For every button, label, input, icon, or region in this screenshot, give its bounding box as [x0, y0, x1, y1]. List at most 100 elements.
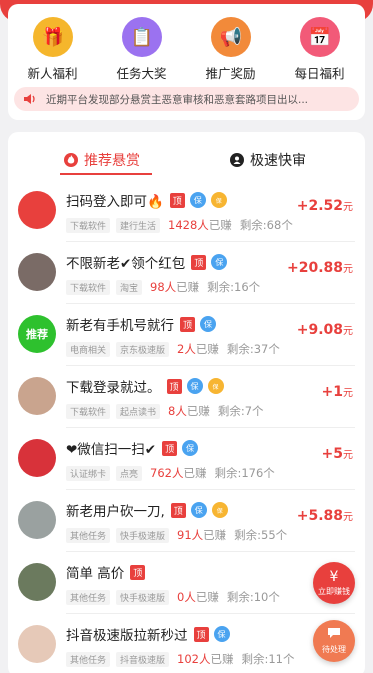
- gift-icon: 🎁: [33, 17, 73, 57]
- shield-badge-icon: 保: [200, 316, 216, 332]
- category-tag: 建行生活: [116, 217, 161, 233]
- earned-count: 762人已赚: [150, 465, 206, 481]
- remaining-count: 剩余:55个: [234, 528, 288, 542]
- earned-label: 已赚: [176, 280, 200, 294]
- nav-promo-rewards[interactable]: 📢 推广奖励: [186, 12, 275, 82]
- earned-number: 762人: [150, 466, 184, 480]
- task-row[interactable]: 不限新老✔领个红包顶保下载软件 淘宝 98人已赚 剩余:16个 +20.88元: [8, 242, 365, 304]
- top-badge: 顶: [162, 440, 178, 456]
- top-badge: 顶: [169, 192, 185, 208]
- task-row[interactable]: 下载登录就过。顶保保下载软件 起点读书 8人已赚 剩余:7个 +1元: [8, 366, 365, 428]
- earned-number: 91人: [177, 528, 204, 542]
- task-title: 下载登录就过。: [66, 380, 161, 396]
- task-row[interactable]: 简单 高价顶其他任务 快手极速版 0人已赚 剩余:10个: [8, 552, 365, 614]
- pending-button[interactable]: 待处理: [313, 620, 355, 662]
- task-title-line: ❤微信扫一扫✔ 顶保: [66, 438, 199, 458]
- price-unit: 元: [343, 450, 353, 461]
- tab-bar: 推荐悬赏 极速快审: [8, 132, 365, 180]
- task-meta: 其他任务 快手极速版 0人已赚 剩余:10个: [66, 589, 280, 605]
- task-title-line: 下载登录就过。顶保保: [66, 376, 224, 396]
- earned-count: 8人已赚: [168, 403, 210, 419]
- task-meta: 下载软件 淘宝 98人已赚 剩余:16个: [66, 279, 260, 295]
- reward-price: +20.88元: [287, 260, 353, 276]
- remaining-count: 剩余:10个: [226, 590, 280, 604]
- reward-price: +9.08元: [297, 322, 353, 338]
- remaining-count: 剩余:11个: [241, 652, 295, 666]
- price-value: +9.08: [296, 322, 343, 338]
- shield-badge-icon: 保: [213, 626, 230, 642]
- earned-number: 2人: [177, 342, 196, 356]
- earned-number: 8人: [168, 404, 187, 418]
- shield-badge-icon: 保: [189, 192, 206, 208]
- task-title-line: 简单 高价顶: [66, 562, 146, 582]
- price-value: +5: [321, 446, 343, 462]
- notice-bar[interactable]: 近期平台发现部分悬赏主恶意审核和恶意套路项目出以...: [14, 87, 359, 111]
- earned-number: 98人: [150, 280, 177, 294]
- category-tag: 抖音极速版: [116, 651, 170, 667]
- top-badge: 顶: [130, 564, 146, 580]
- nav-label: 新人福利: [27, 66, 78, 81]
- speaker-icon: [22, 91, 38, 107]
- nav-label: 推广奖励: [205, 66, 256, 81]
- calendar-icon: 📅: [300, 17, 340, 57]
- chat-icon: [327, 627, 341, 642]
- earned-label: 已赚: [186, 404, 210, 418]
- task-list-card: 推荐悬赏 极速快审 扫码登入即可🔥 顶保保下载软件 建行生活 1428人已赚 剩余:68…: [8, 132, 365, 673]
- clipboard-icon: 📋: [122, 17, 162, 57]
- avatar: 推荐: [18, 315, 56, 353]
- category-tag: 其他任务: [66, 651, 111, 667]
- flame-icon: [64, 153, 78, 167]
- earned-count: 98人已赚: [150, 279, 199, 295]
- task-meta: 其他任务 快手极速版 91人已赚 剩余:55个: [66, 527, 287, 543]
- gold-badge-icon: 保: [210, 192, 227, 208]
- task-row[interactable]: ❤微信扫一扫✔ 顶保认证绑卡 点亮 762人已赚 剩余:176个 +5元: [8, 428, 365, 490]
- tab-fast-review[interactable]: 极速快审: [230, 150, 306, 170]
- avatar: [18, 501, 56, 539]
- task-row[interactable]: 扫码登入即可🔥 顶保保下载软件 建行生活 1428人已赚 剩余:68个 +2.52元: [8, 180, 365, 242]
- nav-newcomer-benefits[interactable]: 🎁 新人福利: [8, 12, 97, 82]
- top-badge: 顶: [193, 626, 209, 642]
- user-icon: [230, 153, 244, 167]
- tab-label: 推荐悬赏: [84, 153, 140, 169]
- task-title: 新老有手机号就行: [66, 318, 174, 334]
- nav-daily-benefits[interactable]: 📅 每日福利: [275, 12, 364, 82]
- category-tag: 下载软件: [66, 217, 111, 233]
- task-title: 不限新老✔领个红包: [66, 256, 186, 272]
- task-title-line: 抖音极速版拉新秒过顶保: [66, 624, 230, 644]
- tab-recommended[interactable]: 推荐悬赏: [64, 150, 140, 170]
- task-row[interactable]: 抖音极速版拉新秒过顶保其他任务抖音极速版102人已赚剩余:11个+2: [8, 614, 365, 673]
- category-tag: 下载软件: [66, 403, 111, 419]
- earn-now-button[interactable]: ¥ 立即赚钱: [313, 562, 355, 604]
- reward-price: +2.52元: [297, 198, 353, 214]
- category-tag: 快手极速版: [116, 527, 170, 543]
- remaining-count: 剩余:176个: [214, 466, 275, 480]
- category-tag: 起点读书: [116, 403, 161, 419]
- avatar: [18, 563, 56, 601]
- category-tag: 京东极速版: [116, 341, 170, 357]
- task-row[interactable]: 新老用户砍一刀, 顶保保其他任务 快手极速版 91人已赚 剩余:55个 +5.88元: [8, 490, 365, 552]
- task-meta: 下载软件 起点读书 8人已赚 剩余:7个: [66, 403, 264, 419]
- shield-badge-icon: 保: [211, 254, 228, 270]
- category-tag: 下载软件: [66, 279, 111, 295]
- gold-badge-icon: 保: [207, 378, 224, 394]
- yen-icon: ¥: [329, 568, 339, 585]
- avatar: [18, 625, 56, 663]
- price-unit: 元: [343, 202, 353, 213]
- earned-label: 已赚: [210, 652, 234, 666]
- remaining-count: 剩余:68个: [239, 218, 293, 232]
- price-unit: 元: [343, 326, 353, 337]
- tab-label: 极速快审: [250, 153, 306, 169]
- top-badge: 顶: [166, 378, 182, 394]
- top-badge: 顶: [180, 316, 195, 332]
- nav-task-prizes[interactable]: 📋 任务大奖: [97, 12, 186, 82]
- earn-now-label: 立即赚钱: [318, 586, 350, 596]
- task-title: 扫码登入即可🔥: [66, 194, 164, 210]
- task-title-line: 新老有手机号就行顶保: [66, 314, 216, 334]
- task-row[interactable]: 推荐 新老有手机号就行顶保电商相关 京东极速版 2人已赚 剩余:37个 +9.08元: [8, 304, 365, 366]
- quick-nav: 🎁 新人福利 📋 任务大奖 📢 推广奖励 📅 每日福利: [8, 12, 365, 82]
- task-title: 简单 高价: [66, 566, 125, 582]
- avatar: [18, 253, 56, 291]
- category-tag: 淘宝: [116, 279, 143, 295]
- category-tag: 快手极速版: [116, 589, 170, 605]
- top-badge: 顶: [191, 254, 207, 270]
